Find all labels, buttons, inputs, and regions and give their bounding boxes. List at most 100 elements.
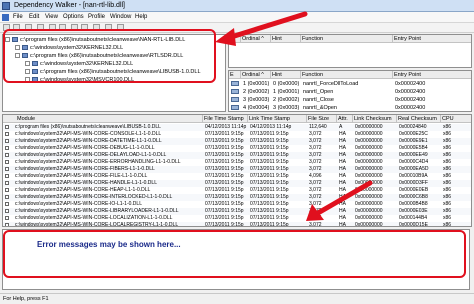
- menu-file[interactable]: File: [13, 14, 23, 20]
- module-row[interactable]: c:\windows\system32\API-MS-WIN-CORE-HEAP…: [3, 187, 471, 194]
- title-bar: Dependency Walker - [nan-rtl-lib.dll]: [0, 0, 474, 12]
- menu-profile[interactable]: Profile: [88, 14, 105, 20]
- menu-edit[interactable]: Edit: [29, 14, 39, 20]
- col-real-checksum[interactable]: Real Checksum: [397, 115, 441, 123]
- module-cell-module: c:\windows\system32\API-MS-WIN-CORE-INTE…: [15, 194, 173, 200]
- module-icon: [5, 153, 9, 157]
- module-cell-size: 3,072: [309, 187, 322, 193]
- menu-help[interactable]: Help: [135, 14, 147, 20]
- module-cell-cpu: x86: [443, 145, 452, 151]
- col-link-time-stamp[interactable]: Link Time Stamp: [248, 115, 307, 123]
- module-cell-cpu: x86: [443, 201, 452, 207]
- export-row[interactable]: 4 (0x0004) 3 (0x0003) nanrtl_&Open 0x000…: [229, 104, 471, 111]
- module-cell-file-ts: 07/13/2011 9:15p: [205, 159, 244, 165]
- module-row[interactable]: c:\windows\system32\API-MS-WIN-CORE-FILE…: [3, 173, 471, 180]
- export-row[interactable]: 1 (0x0001) 0 (0x0000) nanrtl_ForceDllToL…: [229, 80, 471, 88]
- col-ordinal[interactable]: Ordinal ^: [241, 71, 271, 79]
- module-cell-cpu: x86: [443, 124, 452, 130]
- module-cell-real-cs: 0x00010B9A: [399, 173, 428, 179]
- module-cell-link-cs: 0x00000000: [355, 173, 383, 179]
- module-cell-link-ts: 07/13/2011 9:15p: [250, 180, 289, 186]
- menu-window[interactable]: Window: [110, 14, 131, 20]
- module-cell-size: 3,072: [309, 201, 322, 207]
- col-file-time-stamp[interactable]: File Time Stamp: [203, 115, 248, 123]
- module-cell-link-ts: 07/13/2011 9:15p: [250, 201, 289, 207]
- module-cell-real-cs: 0x0000EA5D: [399, 166, 429, 172]
- module-cell-module: c:\windows\system32\API-MS-WIN-CORE-DEBU…: [15, 145, 155, 151]
- module-cell-cpu: x86: [443, 215, 452, 221]
- module-row[interactable]: c:\windows\system32\API-MS-WIN-CORE-FIBE…: [3, 166, 471, 173]
- module-icon: [5, 174, 9, 178]
- module-row[interactable]: c:\windows\system32\API-MS-WIN-CORE-IO-L…: [3, 201, 471, 208]
- module-cell-file-ts: 07/13/2011 9:15p: [205, 145, 244, 151]
- module-row[interactable]: c:\windows\system32\API-MS-WIN-CORE-DELA…: [3, 152, 471, 159]
- module-cell-size: 3,072: [309, 145, 322, 151]
- export-function-icon: [231, 105, 239, 110]
- col-module[interactable]: Module: [3, 115, 203, 123]
- module-icon: [5, 209, 9, 213]
- col-entry-point[interactable]: Entry Point: [393, 35, 471, 43]
- module-cell-attr: HA: [339, 201, 346, 207]
- module-row[interactable]: c:\windows\system32\API-MS-WIN-CORE-DEBU…: [3, 145, 471, 152]
- module-cell-attr: HA: [339, 180, 346, 186]
- module-row[interactable]: c:\windows\system32\API-MS-WIN-CORE-ERRO…: [3, 159, 471, 166]
- module-cell-link-cs: 0x00000000: [355, 222, 383, 226]
- module-rows: c:\program files (x86)\nutsaboutnets\cle…: [3, 124, 471, 226]
- module-row[interactable]: c:\windows\system32\API-MS-WIN-CORE-DATE…: [3, 138, 471, 145]
- module-cell-module: c:\windows\system32\API-MS-WIN-CORE-ERRO…: [15, 159, 181, 165]
- export-row[interactable]: 3 (0x0003) 2 (0x0002) nanrtl_Close 0x000…: [229, 96, 471, 104]
- menu-view[interactable]: View: [45, 14, 58, 20]
- module-cell-real-cs: 0x0000C4D4: [399, 159, 429, 165]
- module-cell-size: 3,072: [309, 180, 322, 186]
- module-cell-attr: HA: [339, 138, 346, 144]
- col-attr[interactable]: Attr.: [337, 115, 353, 123]
- module-row[interactable]: c:\windows\system32\API-MS-WIN-CORE-INTE…: [3, 194, 471, 201]
- module-cell-link-ts: 07/13/2011 9:15p: [250, 145, 289, 151]
- export-row[interactable]: 2 (0x0002) 1 (0x0001) nanrtl_Open 0x0000…: [229, 88, 471, 96]
- col-file-size[interactable]: File Size: [307, 115, 337, 123]
- module-cell-cpu: x86: [443, 187, 452, 193]
- col-function[interactable]: Function: [301, 35, 393, 43]
- module-cell-module: c:\windows\system32\API-MS-WIN-CORE-LOCA…: [15, 215, 173, 221]
- module-cell-link-ts: 07/13/2011 9:15p: [250, 131, 289, 137]
- module-icon: [5, 139, 9, 143]
- module-row[interactable]: c:\windows\system32\API-MS-WIN-CORE-HAND…: [3, 180, 471, 187]
- annotation-highlight-errors: [3, 230, 466, 278]
- module-cell-link-ts: 07/13/2011 9:15p: [250, 138, 289, 144]
- module-cell-link-cs: 0x00000000: [355, 166, 383, 172]
- exports-pane: E Ordinal ^ Hint Function Entry Point 1 …: [228, 70, 472, 112]
- col-link-checksum[interactable]: Link Checksum: [353, 115, 397, 123]
- module-row[interactable]: c:\windows\system32\API-MS-WIN-CORE-LIBR…: [3, 208, 471, 215]
- module-cell-module: c:\windows\system32\API-MS-WIN-CORE-LIBR…: [15, 208, 179, 214]
- module-row[interactable]: c:\program files (x86)\nutsaboutnets\cle…: [3, 124, 471, 131]
- module-cell-attr: HA: [339, 159, 346, 165]
- module-cell-module: c:\windows\system32\API-MS-WIN-CORE-DELA…: [15, 152, 167, 158]
- module-icon: [5, 167, 9, 171]
- module-cell-file-ts: 07/13/2011 9:15p: [205, 138, 244, 144]
- module-row[interactable]: c:\windows\system32\API-MS-WIN-CORE-CONS…: [3, 131, 471, 138]
- col-hint[interactable]: Hint: [271, 35, 301, 43]
- module-cell-link-cs: 0x00000000: [355, 145, 383, 151]
- status-text: For Help, press F1: [3, 296, 49, 302]
- module-list-header: Module File Time Stamp Link Time Stamp F…: [3, 115, 471, 123]
- col-e[interactable]: E: [229, 71, 241, 79]
- module-row[interactable]: c:\windows\system32\API-MS-WIN-CORE-LOCA…: [3, 222, 471, 226]
- menu-options[interactable]: Options: [63, 14, 84, 20]
- module-cell-link-cs: 0x00000000: [355, 124, 383, 130]
- col-ordinal[interactable]: Ordinal ^: [241, 35, 271, 43]
- module-cell-cpu: x86: [443, 138, 452, 144]
- module-cell-real-cs: 0x0000EE49: [399, 152, 428, 158]
- col-pi[interactable]: PI: [229, 35, 241, 43]
- col-entry-point[interactable]: Entry Point: [393, 71, 471, 79]
- menu-bar: File Edit View Options Profile Window He…: [0, 12, 474, 23]
- module-cell-size: 4,096: [309, 173, 322, 179]
- status-bar: For Help, press F1: [0, 293, 474, 304]
- module-cell-link-cs: 0x00000000: [355, 152, 383, 158]
- module-row[interactable]: c:\windows\system32\API-MS-WIN-CORE-LOCA…: [3, 215, 471, 222]
- module-icon: [5, 181, 9, 185]
- col-hint[interactable]: Hint: [271, 71, 301, 79]
- module-cell-link-ts: 07/13/2011 9:15p: [250, 215, 289, 221]
- window-menu-icon[interactable]: [2, 14, 9, 21]
- col-cpu[interactable]: CPU: [441, 115, 471, 123]
- col-function[interactable]: Function: [301, 71, 393, 79]
